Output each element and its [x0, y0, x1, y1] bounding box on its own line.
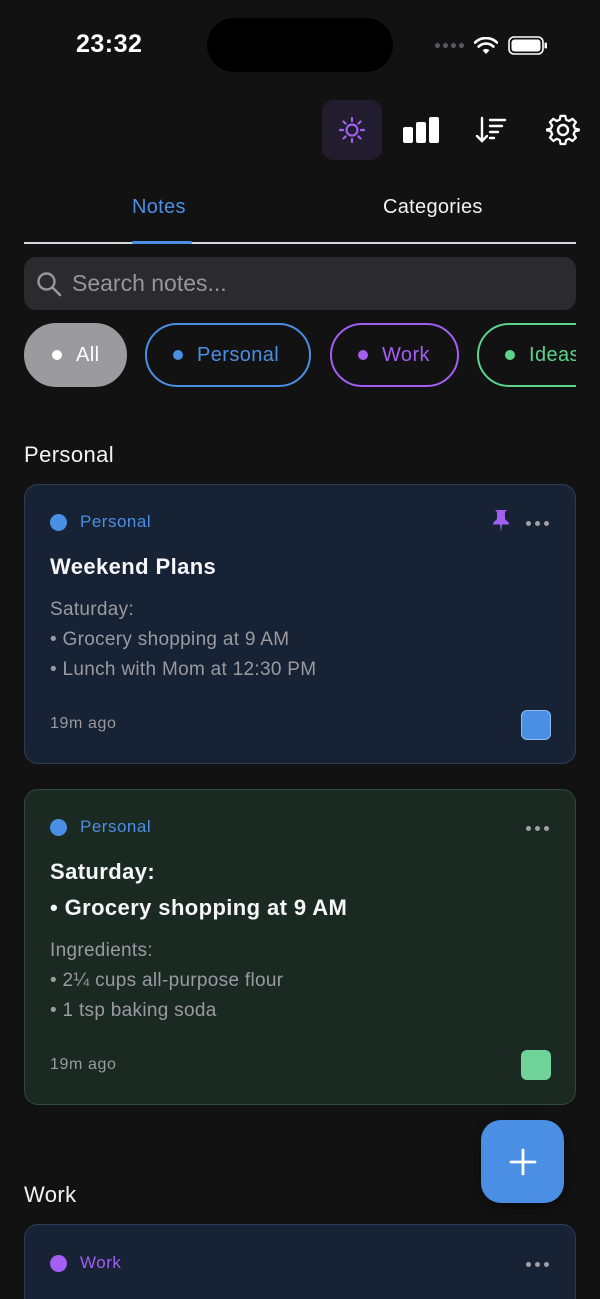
card-category-label: Personal: [80, 512, 152, 531]
card-category: Work: [50, 1253, 121, 1273]
category-dot: [50, 1254, 67, 1272]
chip-label: Work: [382, 343, 430, 366]
settings-icon: [546, 114, 580, 146]
card-title: Weekend Plans: [50, 554, 217, 579]
more-icon[interactable]: [526, 1262, 549, 1267]
statistics-button[interactable]: [391, 100, 451, 160]
card-timestamp: 19m ago: [50, 715, 117, 732]
dynamic-island: [207, 18, 393, 72]
chip-dot: [173, 350, 183, 360]
search-icon: [37, 271, 62, 296]
status-icons: [435, 36, 548, 55]
card-title-line: • Grocery shopping at 9 AM: [50, 895, 348, 920]
card-category-label: Work: [80, 1253, 122, 1272]
card-body-line: • Grocery shopping at 9 AM: [50, 629, 290, 650]
chip-ideas[interactable]: Ideas: [477, 323, 576, 387]
card-body: Ingredients: • 2¼ cups all-purpose flour…: [50, 936, 283, 1026]
chip-dot: [52, 350, 62, 360]
color-swatch[interactable]: [521, 1050, 551, 1080]
card-body-line: Saturday:: [50, 599, 135, 620]
theme-toggle-button[interactable]: [322, 100, 382, 160]
chip-personal[interactable]: Personal: [145, 323, 311, 387]
sort-button[interactable]: [461, 100, 521, 160]
color-swatch[interactable]: [521, 710, 551, 740]
section-title-work: Work: [24, 1182, 77, 1207]
chip-dot: [505, 350, 515, 360]
more-icon[interactable]: [526, 826, 549, 831]
chip-all[interactable]: All: [24, 323, 127, 387]
note-card[interactable]: Work: [24, 1224, 576, 1299]
chip-label: Personal: [197, 343, 280, 366]
chip-label: All: [76, 343, 100, 366]
status-time: 23:32: [76, 30, 143, 58]
add-note-button[interactable]: [481, 1120, 564, 1203]
section-title-personal: Personal: [24, 442, 115, 467]
category-dot: [50, 818, 67, 836]
segmented-tabs: Notes Categories: [24, 178, 576, 244]
tab-indicator: [132, 241, 192, 244]
brightness-icon: [338, 116, 366, 144]
sort-icon: [475, 116, 507, 143]
wifi-icon: [474, 36, 498, 54]
settings-button[interactable]: [533, 100, 593, 160]
card-title: Saturday: • Grocery shopping at 9 AM: [50, 854, 347, 926]
notes-screen: 23:32 Notes Categories Search notes... A…: [0, 0, 600, 1299]
card-body-line: • 2¼ cups all-purpose flour: [50, 970, 284, 991]
category-filter-chips: All Personal Work Ideas: [24, 322, 576, 390]
chip-dot: [358, 350, 368, 360]
card-body-line: Ingredients:: [50, 940, 153, 961]
note-card[interactable]: Personal Weekend Plans Saturday: • Groce…: [24, 484, 576, 764]
plus-icon: [509, 1148, 536, 1175]
card-category: Personal: [50, 512, 151, 532]
tab-categories[interactable]: Categories: [383, 196, 483, 219]
note-card[interactable]: Personal Saturday: • Grocery shopping at…: [24, 789, 576, 1105]
battery-icon: [508, 36, 547, 55]
cellular-signal-icon: [435, 43, 464, 48]
card-body-line: • Lunch with Mom at 12:30 PM: [50, 659, 317, 680]
bar-chart-icon: [403, 117, 439, 143]
card-category-label: Personal: [80, 817, 152, 836]
card-category: Personal: [50, 817, 151, 837]
chip-label: Ideas: [529, 343, 576, 366]
card-title-line: Saturday:: [50, 859, 156, 884]
category-dot: [50, 513, 67, 531]
card-body: Saturday: • Grocery shopping at 9 AM • L…: [50, 595, 316, 685]
toolbar: [0, 100, 600, 162]
card-body-line: • 1 tsp baking soda: [50, 1000, 217, 1021]
pin-icon[interactable]: [492, 509, 510, 533]
search-bar[interactable]: [24, 257, 576, 310]
chip-work[interactable]: Work: [330, 323, 459, 387]
tab-notes[interactable]: Notes: [132, 196, 186, 219]
card-timestamp: 19m ago: [50, 1056, 117, 1073]
more-icon[interactable]: [526, 521, 549, 526]
search-input[interactable]: [72, 270, 552, 297]
